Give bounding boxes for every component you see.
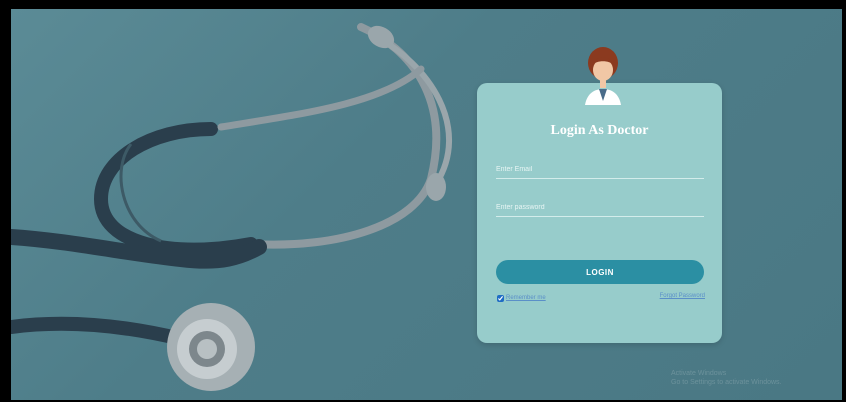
password-field[interactable]	[496, 198, 704, 217]
doctor-avatar-icon	[585, 47, 621, 105]
watermark-line-2: Go to Settings to activate Windows.	[671, 379, 782, 386]
tube-chest	[11, 316, 188, 346]
forgot-password-link[interactable]: Forgot Password	[660, 293, 705, 299]
activation-watermark: Activate Windows Go to Settings to activ…	[671, 369, 782, 387]
login-button[interactable]: LOGIN	[496, 260, 704, 284]
card-title: Login As Doctor	[550, 123, 649, 138]
remember-checkbox[interactable]	[497, 294, 504, 302]
screen-frame: Login As Doctor LOGIN Remember me Forgot…	[0, 0, 846, 402]
watermark-line-1: Activate Windows	[671, 370, 727, 377]
ear-tip-lower	[426, 173, 446, 201]
login-page: Login As Doctor LOGIN Remember me Forgot…	[11, 9, 842, 400]
chestpiece-disc	[197, 339, 217, 359]
remember-me[interactable]: Remember me	[497, 293, 546, 303]
remember-label: Remember me	[506, 295, 546, 301]
tube-top	[217, 65, 425, 131]
login-card: Login As Doctor LOGIN Remember me Forgot…	[477, 83, 722, 343]
email-field[interactable]	[496, 160, 704, 179]
